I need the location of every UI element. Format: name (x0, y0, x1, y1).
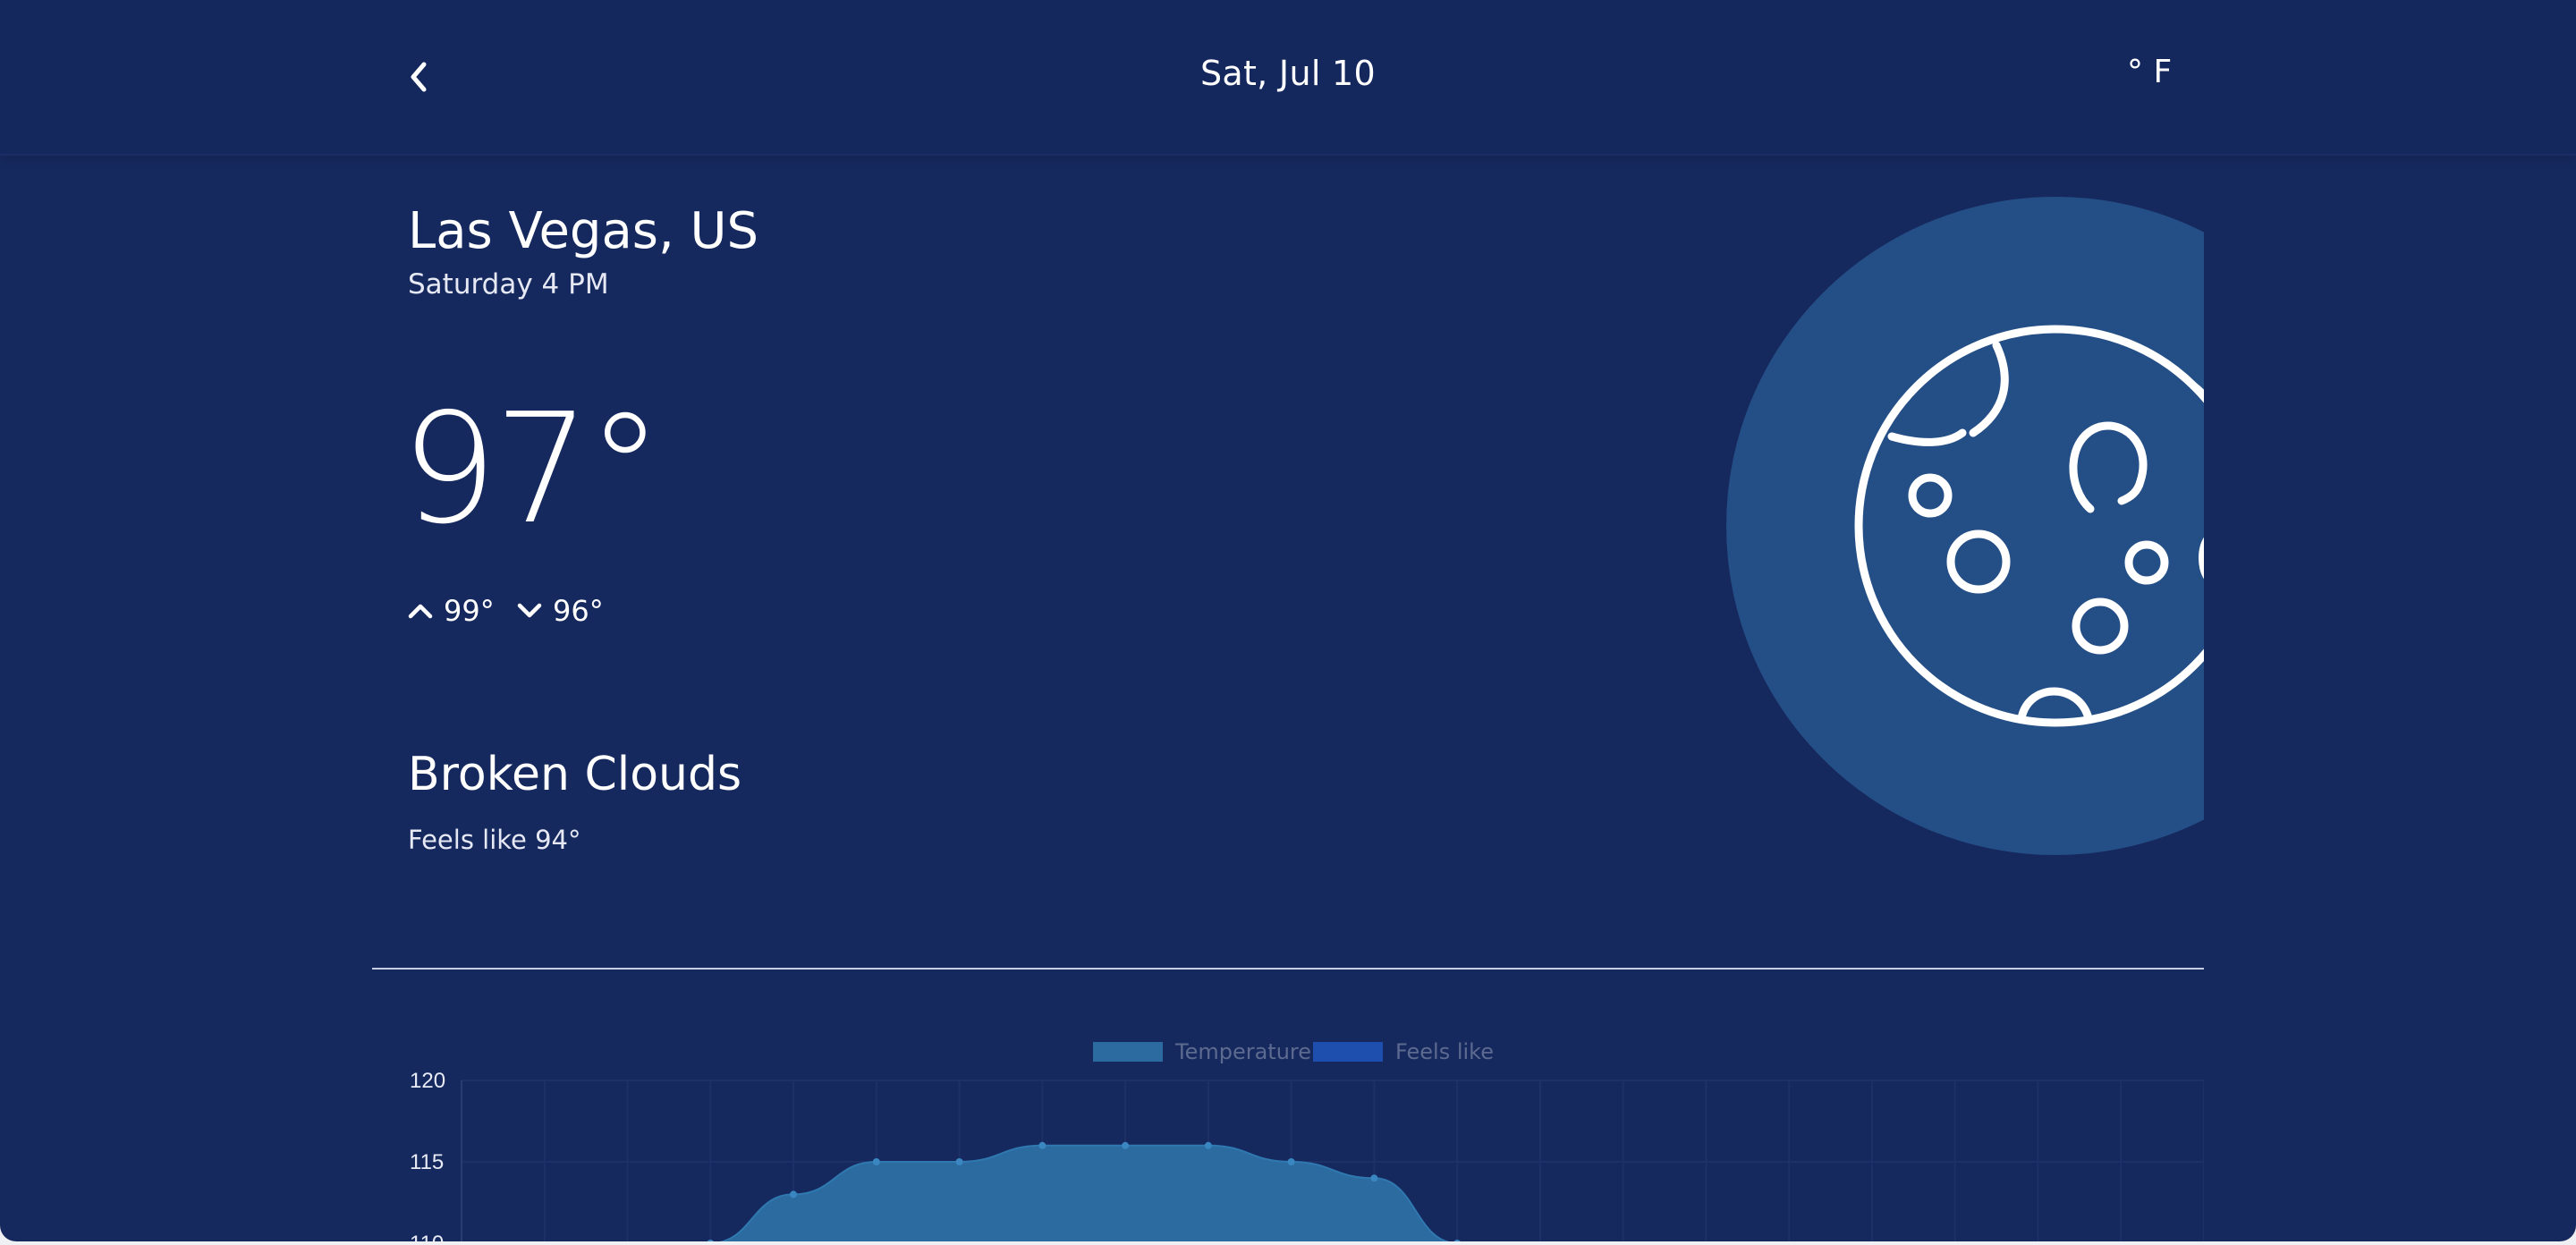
weather-app: Sat, Jul 10 ° F Las Vegas, US Saturday 4… (0, 0, 2576, 1241)
location-name: Las Vegas, US (408, 202, 759, 260)
high-temperature-value: 99° (444, 594, 495, 628)
temperature-area (719, 1144, 1451, 1241)
unit-toggle[interactable]: ° F (2127, 54, 2172, 90)
selected-date: Sat, Jul 10 (1199, 54, 1377, 93)
moon-icon (1726, 197, 2204, 855)
low-temperature: 96° (517, 594, 604, 628)
temperature-point (1370, 1174, 1378, 1182)
temperature-point (1122, 1141, 1130, 1149)
location-time: Saturday 4 PM (408, 268, 609, 301)
y-tick-label: 110 (410, 1232, 444, 1241)
temperature-point (955, 1158, 963, 1165)
low-temperature-value: 96° (553, 594, 604, 628)
section-divider (372, 968, 2204, 970)
current-temperature: 97° (401, 381, 663, 558)
hourly-temperature-chart: 120 115 110 (410, 1069, 2204, 1241)
temperature-point (1453, 1240, 1461, 1241)
temperature-point (1204, 1141, 1212, 1149)
temperature-point (1038, 1141, 1046, 1149)
temperature-point (872, 1158, 880, 1165)
weather-icon-panel (1726, 197, 2204, 859)
chevron-down-icon (517, 603, 542, 618)
weather-condition: Broken Clouds (408, 748, 742, 801)
temperature-point (1287, 1158, 1295, 1165)
temperature-point (790, 1190, 798, 1198)
top-bar: Sat, Jul 10 ° F (0, 0, 2576, 156)
chevron-up-icon (408, 604, 433, 619)
y-tick-label: 120 (410, 1069, 445, 1093)
high-temperature: 99° (408, 594, 495, 628)
feels-like: Feels like 94° (408, 825, 581, 855)
temperature-point (707, 1240, 714, 1241)
y-tick-label: 115 (410, 1150, 444, 1174)
